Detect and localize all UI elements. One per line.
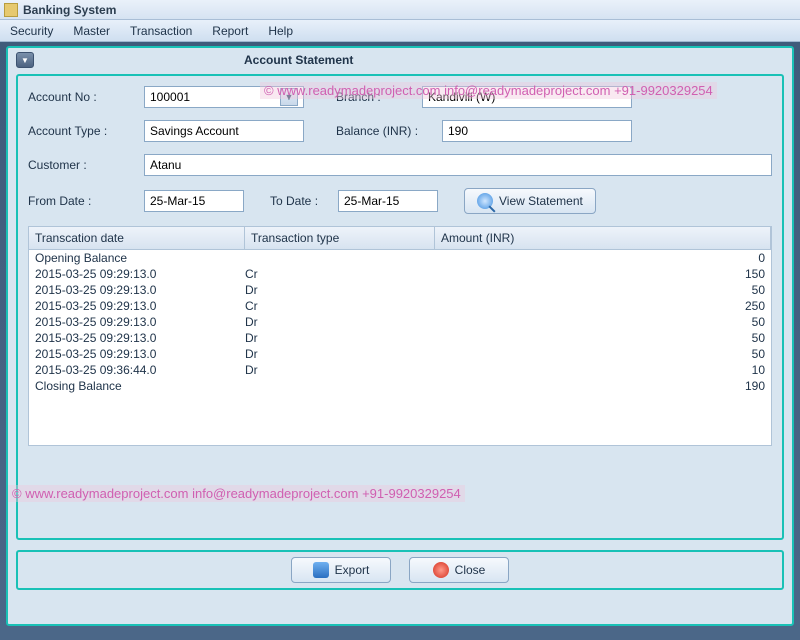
to-date-input[interactable]: 25-Mar-15 xyxy=(338,190,438,212)
watermark-bottom: © www.readymadeproject.com info@readymad… xyxy=(8,485,465,502)
export-button[interactable]: Export xyxy=(291,557,391,583)
app-icon xyxy=(4,3,18,17)
view-statement-button[interactable]: View Statement xyxy=(464,188,596,214)
close-icon xyxy=(433,562,449,578)
table-body: Opening Balance02015-03-25 09:29:13.0Cr1… xyxy=(29,250,771,394)
statement-panel: ▼ Account Statement Account No : 100001 … xyxy=(6,46,794,626)
table-row[interactable]: 2015-03-25 09:29:13.0Cr150 xyxy=(29,266,771,282)
table-row[interactable]: Closing Balance190 xyxy=(29,378,771,394)
col-amount[interactable]: Amount (INR) xyxy=(435,227,771,249)
label-account-type: Account Type : xyxy=(28,124,138,138)
menubar: Security Master Transaction Report Help xyxy=(0,20,800,42)
table-row[interactable]: 2015-03-25 09:29:13.0Dr50 xyxy=(29,330,771,346)
label-balance: Balance (INR) : xyxy=(336,124,436,138)
account-no-value: 100001 xyxy=(150,90,190,104)
label-customer: Customer : xyxy=(28,158,138,172)
label-from-date: From Date : xyxy=(28,194,138,208)
watermark-top: © www.readymadeproject.com info@readymad… xyxy=(260,82,717,99)
collapse-button[interactable]: ▼ xyxy=(16,52,34,68)
table-row[interactable]: 2015-03-25 09:29:13.0Dr50 xyxy=(29,314,771,330)
from-date-input[interactable]: 25-Mar-15 xyxy=(144,190,244,212)
balance-input[interactable]: 190 xyxy=(442,120,632,142)
close-button[interactable]: Close xyxy=(409,557,509,583)
table-row[interactable]: 2015-03-25 09:29:13.0Cr250 xyxy=(29,298,771,314)
panel-title: Account Statement xyxy=(244,53,353,67)
menu-transaction[interactable]: Transaction xyxy=(130,24,192,38)
footer-bar: Export Close xyxy=(16,550,784,590)
label-account-no: Account No : xyxy=(28,90,138,104)
table-row[interactable]: 2015-03-25 09:29:13.0Dr50 xyxy=(29,346,771,362)
menu-master[interactable]: Master xyxy=(73,24,110,38)
menu-help[interactable]: Help xyxy=(268,24,293,38)
col-type[interactable]: Transaction type xyxy=(245,227,435,249)
menu-report[interactable]: Report xyxy=(212,24,248,38)
table-row[interactable]: 2015-03-25 09:36:44.0Dr10 xyxy=(29,362,771,378)
statement-table: Transcation date Transaction type Amount… xyxy=(28,226,772,446)
search-icon xyxy=(477,193,493,209)
col-date[interactable]: Transcation date xyxy=(29,227,245,249)
label-to-date: To Date : xyxy=(270,194,332,208)
save-icon xyxy=(313,562,329,578)
table-row[interactable]: 2015-03-25 09:29:13.0Dr50 xyxy=(29,282,771,298)
account-type-input[interactable]: Savings Account xyxy=(144,120,304,142)
titlebar: Banking System xyxy=(0,0,800,20)
menu-security[interactable]: Security xyxy=(10,24,53,38)
customer-input[interactable]: Atanu xyxy=(144,154,772,176)
table-row[interactable]: Opening Balance0 xyxy=(29,250,771,266)
table-header: Transcation date Transaction type Amount… xyxy=(29,227,771,250)
form-area: Account No : 100001 ▼ Branch : Kandivili… xyxy=(16,74,784,540)
window-title: Banking System xyxy=(23,3,116,17)
